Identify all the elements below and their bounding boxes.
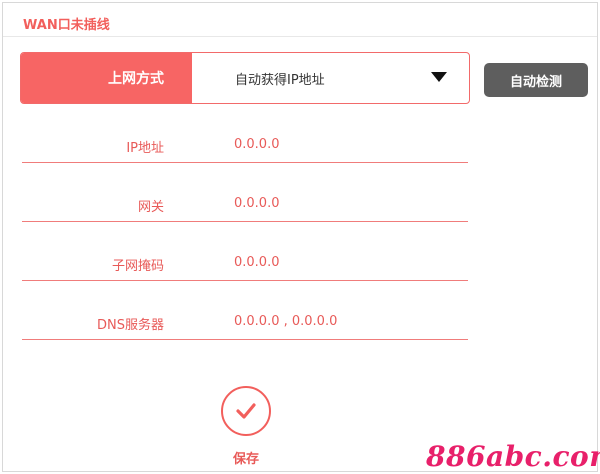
row-divider [22, 221, 468, 222]
triangle-down-icon[interactable] [431, 72, 447, 82]
gateway-label: 网关 [137, 200, 164, 215]
field-row-subnet: 子网掩码 0.0.0.0 [22, 255, 468, 279]
row-divider [22, 280, 468, 281]
check-icon [236, 403, 256, 419]
save-button[interactable] [221, 386, 271, 436]
dns-value: 0.0.0.0 , 0.0.0.0 [234, 314, 338, 329]
subnet-mask-value: 0.0.0.0 [234, 255, 280, 270]
ip-value: 0.0.0.0 [234, 137, 280, 152]
save-label[interactable]: 保存 [226, 448, 266, 467]
field-row-dns: DNS服务器 0.0.0.0 , 0.0.0.0 [22, 314, 468, 338]
connection-type-select[interactable]: 上网方式 自动获得IP地址 [20, 52, 470, 104]
wan-status-title: WAN口未插线 [23, 18, 110, 33]
connection-type-value[interactable]: 自动获得IP地址 [235, 53, 325, 103]
ip-label: IP地址 [126, 141, 164, 156]
auto-detect-button[interactable]: 自动检测 [484, 63, 588, 97]
connection-type-label: 上网方式 [21, 53, 192, 103]
gateway-value: 0.0.0.0 [234, 196, 280, 211]
divider [3, 36, 597, 37]
row-divider [22, 339, 468, 340]
field-row-gateway: 网关 0.0.0.0 [22, 196, 468, 220]
field-row-ip: IP地址 0.0.0.0 [22, 137, 468, 161]
subnet-mask-label: 子网掩码 [111, 259, 164, 274]
row-divider [22, 162, 468, 163]
dns-label: DNS服务器 [97, 318, 164, 333]
watermark: 886abc.com [426, 440, 600, 473]
